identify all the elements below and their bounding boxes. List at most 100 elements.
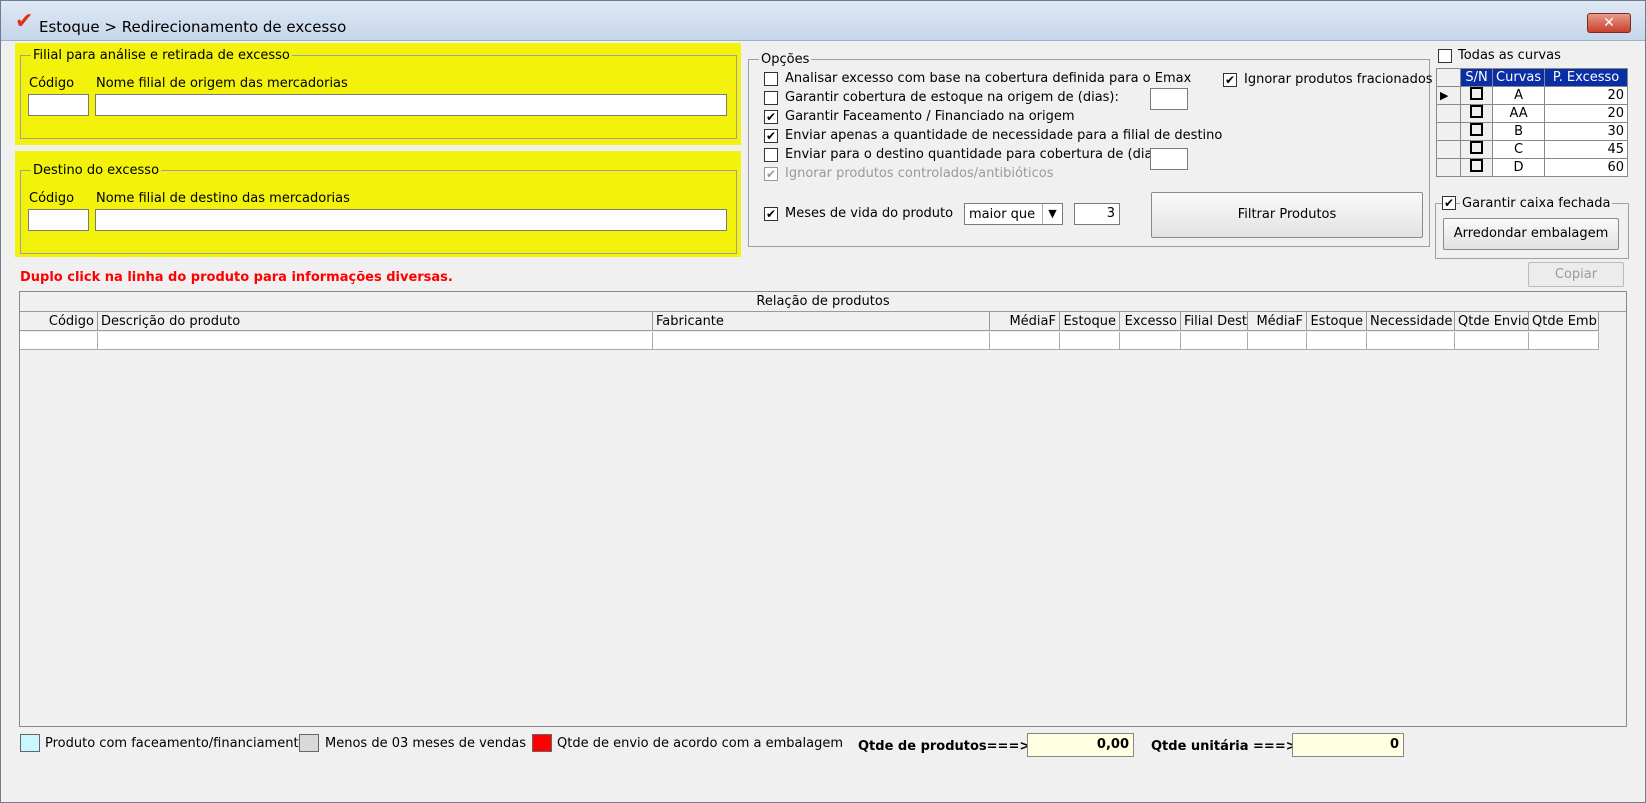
destination-groupbox: Destino do excesso Código Nome filial de…	[20, 163, 737, 254]
months-life-label: Meses de vida do produto	[785, 206, 954, 221]
origin-name-label: Nome filial de origem das mercadorias	[96, 76, 348, 91]
months-life-checkbox[interactable]: ✔	[764, 207, 778, 221]
curve-excess-value[interactable]: 20	[1544, 86, 1628, 105]
curve-checkbox[interactable]	[1460, 104, 1493, 123]
curve-checkbox[interactable]	[1460, 122, 1493, 141]
col-header-pack-qty[interactable]: Qtde Emb.	[1529, 312, 1599, 331]
months-operator-value: maior que	[969, 207, 1036, 222]
curves-row[interactable]: ▶ A 20	[1436, 86, 1628, 105]
curve-excess-value[interactable]: 60	[1544, 158, 1628, 177]
row-indicator	[1436, 158, 1461, 177]
row-indicator	[1436, 140, 1461, 159]
current-row-arrow-icon: ▶	[1436, 86, 1461, 105]
curve-excess-value[interactable]: 45	[1544, 140, 1628, 159]
option-checkbox-1[interactable]	[764, 72, 778, 86]
legend-label-low-sales: Menos de 03 meses de vendas	[325, 736, 527, 751]
table-row-cell[interactable]	[1367, 332, 1455, 350]
curve-checkbox[interactable]	[1460, 140, 1493, 159]
table-row-cell[interactable]	[990, 332, 1060, 350]
legend-label-facing: Produto com faceamento/financiamento	[45, 736, 307, 751]
table-row-cell[interactable]	[1529, 332, 1599, 350]
curve-name: B	[1491, 122, 1546, 141]
option-checkbox-3[interactable]: ✔	[764, 110, 778, 124]
table-row-cell[interactable]	[1060, 332, 1120, 350]
copy-button[interactable]: Copiar	[1528, 262, 1624, 287]
col-header-description[interactable]: Descrição do produto	[98, 312, 653, 331]
options-legend: Opções	[759, 52, 812, 67]
round-packaging-button[interactable]: Arredondar embalagem	[1443, 218, 1619, 250]
curve-excess-value[interactable]: 30	[1544, 122, 1628, 141]
months-value-input[interactable]: 3	[1074, 203, 1120, 225]
col-header-excess[interactable]: Excesso	[1120, 312, 1181, 331]
table-row-cell[interactable]	[1248, 332, 1307, 350]
legend-swatch-facing	[20, 734, 40, 752]
table-row-cell[interactable]	[20, 332, 98, 350]
destination-code-label: Código	[29, 191, 75, 206]
curves-row[interactable]: AA 20	[1436, 104, 1628, 123]
curve-excess-value[interactable]: 20	[1544, 104, 1628, 123]
origin-name-input[interactable]	[95, 94, 727, 116]
option-label-1: Analisar excesso com base na cobertura d…	[785, 71, 1192, 86]
destination-coverage-days-input[interactable]	[1150, 148, 1188, 170]
option-checkbox-2[interactable]	[764, 91, 778, 105]
title-bar: ✔ Estoque > Redirecionamento de excesso …	[1, 1, 1645, 41]
close-button[interactable]: ✕	[1587, 13, 1631, 33]
origin-coverage-days-input[interactable]	[1150, 88, 1188, 110]
col-header-need[interactable]: Necessidade	[1367, 312, 1455, 331]
closed-box-label: Garantir caixa fechada	[1460, 196, 1613, 211]
destination-name-label: Nome filial de destino das mercadorias	[96, 191, 350, 206]
col-header-dest-branch[interactable]: Filial Dest	[1181, 312, 1248, 331]
option-label-5: Enviar para o destino quantidade para co…	[785, 147, 1169, 162]
option-label-3: Garantir Faceamento / Financiado na orig…	[785, 109, 1075, 124]
curve-name: D	[1491, 158, 1546, 177]
curves-header-curve: Curvas	[1491, 68, 1546, 87]
curves-header-excess: P. Excesso	[1544, 68, 1628, 87]
option-label-4: Enviar apenas a quantidade de necessidad…	[785, 128, 1223, 143]
products-total-label: Qtde de produtos===>	[858, 739, 1031, 754]
curve-name: C	[1491, 140, 1546, 159]
curve-name: A	[1491, 86, 1546, 105]
table-row-cell[interactable]	[653, 332, 990, 350]
col-header-avg-dest[interactable]: MédiaF	[1248, 312, 1307, 331]
option-checkbox-4[interactable]: ✔	[764, 129, 778, 143]
destination-name-input[interactable]	[95, 209, 727, 231]
hint-text: Duplo click na linha do produto para inf…	[20, 270, 453, 285]
curve-checkbox[interactable]	[1460, 158, 1493, 177]
curves-row[interactable]: B 30	[1436, 122, 1628, 141]
table-row-cell[interactable]	[1120, 332, 1181, 350]
col-header-manufacturer[interactable]: Fabricante	[653, 312, 990, 331]
legend-swatch-packaging	[532, 734, 552, 752]
option-label-6: Ignorar produtos controlados/antibiótico…	[785, 166, 1054, 181]
curves-row[interactable]: D 60	[1436, 158, 1628, 177]
col-header-avg-origin[interactable]: MédiaF	[990, 312, 1060, 331]
months-operator-select[interactable]: maior que ▼	[964, 203, 1063, 225]
col-header-stock-dest[interactable]: Estoque	[1307, 312, 1367, 331]
chevron-down-icon[interactable]: ▼	[1042, 204, 1062, 224]
option-checkbox-5[interactable]	[764, 148, 778, 162]
col-header-stock-origin[interactable]: Estoque	[1060, 312, 1120, 331]
all-curves-checkbox[interactable]	[1438, 49, 1452, 63]
filter-products-button[interactable]: Filtrar Produtos	[1151, 192, 1423, 238]
col-header-send-qty[interactable]: Qtde Envio	[1455, 312, 1529, 331]
products-grid: Relação de produtos Código Descrição do …	[19, 291, 1627, 727]
closed-box-checkbox[interactable]: ✔	[1442, 196, 1456, 210]
destination-code-input[interactable]	[28, 209, 89, 231]
table-row-cell[interactable]	[1181, 332, 1248, 350]
window-title: Estoque > Redirecionamento de excesso	[39, 18, 347, 36]
origin-code-input[interactable]	[28, 94, 89, 116]
origin-groupbox: Filial para análise e retirada de excess…	[20, 48, 737, 139]
destination-legend: Destino do excesso	[31, 163, 162, 178]
curve-checkbox[interactable]	[1460, 86, 1493, 105]
table-row-cell[interactable]	[1455, 332, 1529, 350]
curves-row[interactable]: C 45	[1436, 140, 1628, 159]
ignore-fractional-checkbox[interactable]: ✔	[1223, 73, 1237, 87]
units-total-value: 0	[1292, 733, 1404, 757]
curves-header-row: S/N Curvas P. Excesso	[1436, 68, 1628, 87]
col-header-code[interactable]: Código	[20, 312, 98, 331]
products-total-value: 0,00	[1027, 733, 1134, 757]
all-curves-label: Todas as curvas	[1458, 48, 1561, 63]
table-row-cell[interactable]	[1307, 332, 1367, 350]
origin-legend: Filial para análise e retirada de excess…	[31, 48, 292, 63]
table-row-cell[interactable]	[98, 332, 653, 350]
option-checkbox-6[interactable]: ✔	[764, 167, 778, 181]
